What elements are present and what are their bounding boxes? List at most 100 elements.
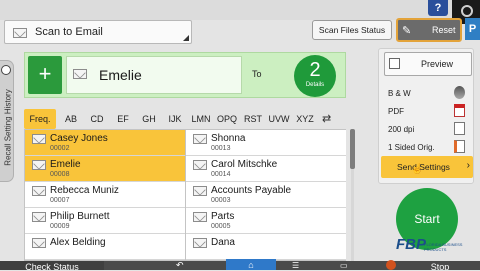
address-number: 00013	[211, 145, 231, 152]
address-number: 00003	[211, 197, 231, 204]
tab-ijk[interactable]: IJK	[164, 109, 186, 129]
tab-xyz[interactable]: XYZ	[292, 109, 318, 129]
email-icon	[32, 212, 46, 222]
email-icon	[73, 69, 87, 79]
color-mode-setting[interactable]: B & W	[388, 89, 411, 98]
list-scrollbar[interactable]	[348, 129, 358, 261]
address-item[interactable]: Carol Mitschke 00014	[186, 156, 346, 182]
preview-button[interactable]: Preview	[384, 52, 472, 76]
tab-rst[interactable]: RST	[240, 109, 266, 129]
pencil-icon: ✎	[402, 25, 412, 37]
check-status-button[interactable]: Check Status	[0, 261, 104, 270]
back-icon[interactable]: ↶	[176, 261, 184, 270]
preview-checkbox[interactable]	[389, 58, 400, 69]
fbp-logo: FBP FLORIDA BUSINESS PRODUCTS	[396, 236, 480, 258]
destination-field[interactable]: Emelie	[66, 56, 242, 94]
address-number: 00005	[211, 223, 231, 230]
address-name: Casey Jones	[50, 133, 108, 144]
resolution-setting[interactable]: 200 dpi	[388, 125, 414, 134]
address-name: Carol Mitschke	[211, 159, 278, 170]
preview-app-label: P	[468, 23, 477, 35]
resolution-icon	[454, 122, 465, 135]
preview-label: Preview	[421, 59, 454, 69]
email-icon	[193, 238, 207, 248]
details-label: Details	[305, 82, 325, 88]
address-number: 00009	[50, 223, 70, 230]
sort-icon[interactable]: ⇄	[322, 112, 331, 125]
address-item[interactable]: Shonna 00013	[186, 130, 346, 156]
reset-button[interactable]: ✎ Reset	[396, 18, 462, 42]
help-button[interactable]: ?	[428, 0, 448, 16]
pdf-icon	[454, 104, 465, 117]
title-dropdown-icon	[183, 35, 189, 41]
address-name: Accounts Payable	[211, 185, 292, 196]
send-settings-button[interactable]: Send Settings ☝ ›	[381, 156, 473, 178]
email-icon	[193, 134, 207, 144]
address-item[interactable]: Accounts Payable 00003	[186, 182, 346, 208]
address-name: Dana	[211, 237, 235, 248]
home-icon[interactable]: ⌂	[226, 259, 276, 270]
index-tabs: Freq. AB CD EF GH IJK LMN OPQ RST UVW XY…	[24, 109, 348, 129]
logo-subtext: FLORIDA BUSINESS PRODUCTS	[424, 242, 463, 252]
address-name: Philip Burnett	[50, 211, 110, 222]
app-title: Scan to Email	[35, 26, 103, 38]
email-icon	[193, 212, 207, 222]
email-icon	[13, 28, 27, 38]
destination-name: Emelie	[99, 67, 142, 83]
tab-cd[interactable]: CD	[86, 109, 108, 129]
preview-app-icon[interactable]: P	[465, 18, 480, 40]
stop-button[interactable]: Stop	[400, 261, 480, 270]
address-item[interactable]: Philip Burnett 00009	[25, 208, 185, 234]
address-item[interactable]: Casey Jones 00002	[25, 130, 185, 156]
email-icon	[193, 186, 207, 196]
email-icon	[32, 186, 46, 196]
address-item[interactable]: Emelie 00008	[25, 156, 185, 182]
reset-label: Reset	[432, 25, 456, 35]
logo-text: FBP	[396, 236, 426, 253]
hand-cursor-icon: ☝	[411, 164, 424, 175]
address-number: 00014	[211, 171, 231, 178]
address-name: Shonna	[211, 133, 246, 144]
address-number: 00007	[50, 197, 70, 204]
tab-freq[interactable]: Freq.	[24, 109, 56, 129]
address-number: 00008	[50, 171, 70, 178]
original-sides-setting[interactable]: 1 Sided Orig.	[388, 143, 435, 152]
address-item[interactable]: Alex Belding	[25, 234, 185, 260]
tab-gh[interactable]: GH	[138, 109, 160, 129]
destination-count-button[interactable]: 2 Details	[294, 55, 336, 97]
email-icon	[32, 134, 46, 144]
address-name: Parts	[211, 211, 235, 222]
to-label: To	[252, 69, 262, 79]
page-icon	[454, 140, 465, 153]
app-title-box[interactable]: Scan to Email	[4, 20, 192, 44]
tab-lmn[interactable]: LMN	[188, 109, 214, 129]
column-divider	[185, 129, 186, 261]
address-item[interactable]: Parts 00005	[186, 208, 346, 234]
address-name: Emelie	[50, 159, 81, 170]
stop-icon	[386, 260, 396, 270]
app-switch-icon[interactable]: ▭	[340, 261, 348, 270]
top-bar	[0, 0, 480, 20]
tab-uvw[interactable]: UVW	[266, 109, 292, 129]
chevron-right-icon: ›	[466, 160, 470, 171]
scan-files-status-button[interactable]: Scan Files Status	[312, 20, 392, 40]
file-type-setting[interactable]: PDF	[388, 107, 404, 116]
recall-setting-history-label: Recall Setting History	[3, 89, 13, 166]
tab-ef[interactable]: EF	[112, 109, 134, 129]
bw-icon	[454, 86, 465, 99]
email-icon	[32, 238, 46, 248]
email-icon	[32, 160, 46, 170]
recall-setting-history-tab[interactable]: Recall Setting History	[0, 60, 14, 182]
tab-opq[interactable]: OPQ	[214, 109, 240, 129]
address-item[interactable]: Dana	[186, 234, 346, 260]
address-name: Rebecca Muniz	[50, 185, 119, 196]
address-name: Alex Belding	[50, 237, 106, 248]
tab-ab[interactable]: AB	[60, 109, 82, 129]
add-destination-button[interactable]: +	[28, 56, 62, 94]
destination-count: 2	[309, 59, 321, 81]
menu-icon[interactable]: ☰	[292, 261, 299, 270]
address-number: 00002	[50, 145, 70, 152]
address-item[interactable]: Rebecca Muniz 00007	[25, 182, 185, 208]
email-icon	[193, 160, 207, 170]
send-settings-label: Send Settings	[397, 162, 450, 172]
